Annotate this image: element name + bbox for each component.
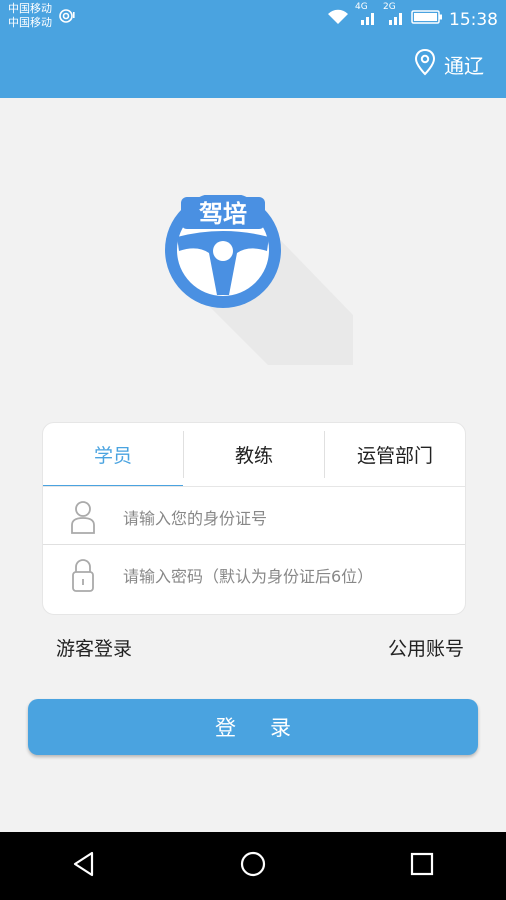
wifi-icon: [327, 8, 349, 31]
tab-student-label: 学员: [93, 445, 132, 467]
tab-coach-label: 教练: [234, 445, 273, 467]
carrier-info: 中国移动 中国移动: [8, 2, 52, 30]
role-tabs: 学员 教练 运管部门: [43, 423, 465, 487]
home-button[interactable]: [223, 836, 283, 896]
tab-student[interactable]: 学员: [43, 423, 183, 487]
status-time: 15:38: [449, 9, 498, 30]
system-nav-bar: [0, 832, 506, 900]
location-label: 通辽: [444, 54, 484, 78]
location-pin-icon: [414, 48, 436, 81]
lock-icon: [43, 558, 123, 592]
recents-button[interactable]: [392, 836, 452, 896]
network-4g-label: 4G: [355, 2, 368, 12]
home-icon: [239, 850, 267, 882]
status-icons: 4G 2G 15:38: [327, 2, 498, 31]
back-button[interactable]: [54, 836, 114, 896]
guest-login-link[interactable]: 游客登录: [56, 634, 132, 661]
location-selector[interactable]: 通辽: [414, 48, 484, 81]
back-icon: [70, 850, 98, 882]
id-number-input[interactable]: 请输入您的身份证号: [123, 505, 267, 529]
app-logo: 驾培: [163, 192, 363, 375]
tab-coach[interactable]: 教练: [184, 423, 324, 486]
signal-4g-icon: 4G: [355, 2, 377, 31]
status-bar: 中国移动 中国移动 4G 2G 15:38: [0, 0, 506, 36]
network-2g-label: 2G: [383, 2, 396, 12]
tab-transport-dept[interactable]: 运管部门: [325, 423, 465, 486]
nfc-icon: [58, 7, 76, 29]
carrier-line2: 中国移动: [8, 16, 52, 29]
id-number-field[interactable]: 请输入您的身份证号: [43, 487, 465, 547]
recents-icon: [409, 851, 435, 881]
logo-text: 驾培: [199, 200, 247, 228]
signal-2g-icon: 2G: [383, 2, 405, 31]
login-card: 学员 教练 运管部门 请输入您的身份证号 请输入密码（默认为身份证后6位）: [42, 422, 466, 615]
header: 中国移动 中国移动 4G 2G 15:38 通辽: [0, 0, 506, 98]
public-account-link[interactable]: 公用账号: [388, 634, 464, 661]
user-icon: [43, 500, 123, 534]
login-button[interactable]: 登录: [28, 699, 478, 755]
password-input[interactable]: 请输入密码（默认为身份证后6位）: [123, 563, 373, 587]
tab-transport-dept-label: 运管部门: [356, 445, 433, 467]
password-field[interactable]: 请输入密码（默认为身份证后6位）: [43, 545, 465, 605]
battery-icon: [411, 9, 443, 30]
carrier-line1: 中国移动: [8, 2, 52, 15]
